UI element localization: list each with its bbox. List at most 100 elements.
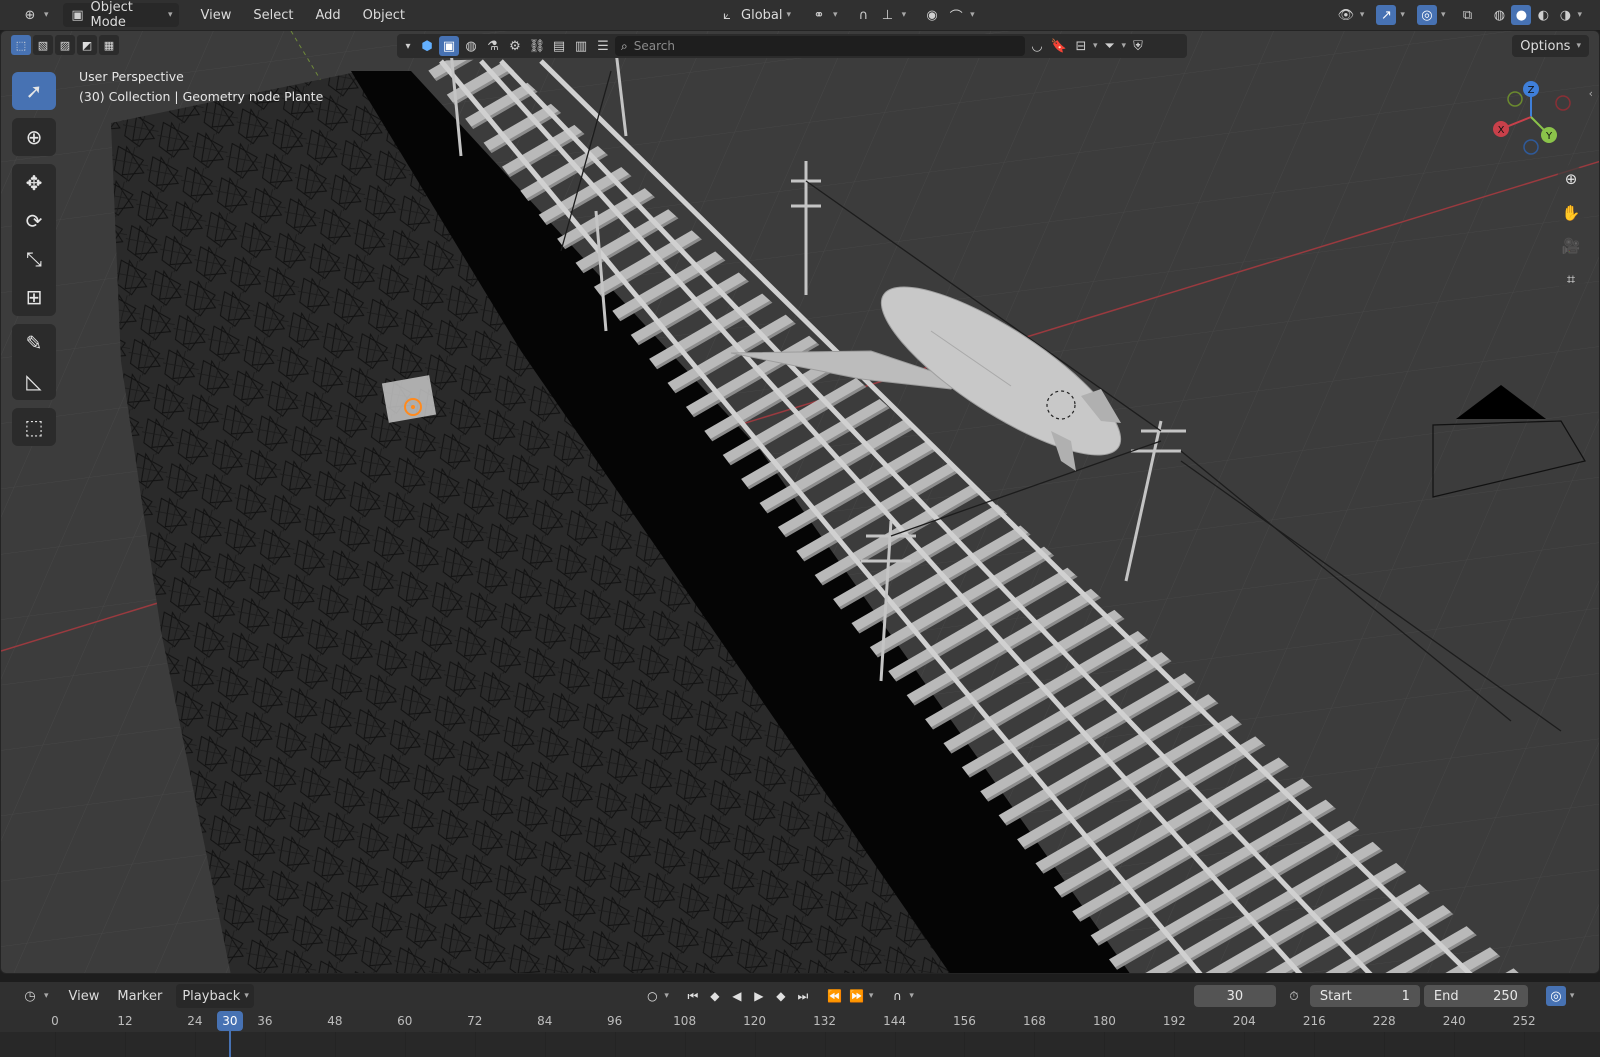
playhead-line[interactable] <box>228 1031 231 1057</box>
next-keyframe-icon[interactable]: ◆ <box>771 986 791 1006</box>
move-tool[interactable]: ✥ <box>12 164 56 202</box>
select-intersect-icon[interactable]: ▦ <box>99 35 119 55</box>
shield-icon[interactable]: ⛨ <box>1128 36 1148 56</box>
start-frame-field[interactable]: Start 1 <box>1309 985 1420 1007</box>
chevron-down-icon[interactable]: ▾ <box>664 991 669 1001</box>
timeline-editor-type-button[interactable]: ◷ ▾ <box>14 984 55 1008</box>
chevron-down-icon[interactable]: ▾ <box>401 36 415 56</box>
gizmo-toggle[interactable]: ↗ ▾ <box>1370 3 1411 27</box>
object-mode-icon: ▣ <box>71 7 84 23</box>
modifier-filter-icon[interactable]: ⚙ <box>505 36 525 56</box>
playback-label: Playback <box>182 988 241 1004</box>
transform-tool[interactable]: ⊞ <box>12 278 56 316</box>
prev-frame-icon[interactable]: ⏪ <box>825 986 845 1006</box>
options-dropdown[interactable]: Options ▾ <box>1512 35 1589 57</box>
select-box-tool[interactable]: ➚ <box>12 72 56 110</box>
chevron-down-icon[interactable]: ▾ <box>1122 41 1127 51</box>
prev-keyframe-icon[interactable]: ◆ <box>705 986 725 1006</box>
menu-view[interactable]: View <box>195 3 238 27</box>
pencil-icon: ✎ <box>25 331 43 355</box>
underline-arc-icon[interactable]: ◡ <box>1027 36 1047 56</box>
pivot-point-dropdown[interactable]: ⚭ ▾ <box>803 3 844 27</box>
mesh-filter-icon[interactable]: ◍ <box>461 36 481 56</box>
end-label: End <box>1433 988 1459 1004</box>
timeline-menu-view[interactable]: View <box>63 984 106 1008</box>
search-field[interactable]: ⌕ Search <box>615 36 1025 56</box>
render-filter-icon[interactable]: ▥ <box>571 36 591 56</box>
next-frame-icon[interactable]: ⏩ <box>847 986 867 1006</box>
zoom-icon[interactable]: ⊕ <box>1557 165 1585 193</box>
jump-end-icon[interactable]: ⏭ <box>793 986 813 1006</box>
visibility-dropdown[interactable]: 👁 ▾ <box>1330 3 1371 27</box>
menu-object[interactable]: Object <box>357 3 411 27</box>
select-subtract-icon[interactable]: ▨ <box>55 35 75 55</box>
stopwatch-icon[interactable]: ⏱ <box>1284 986 1304 1006</box>
3d-viewport[interactable]: ⬚ ▧ ▨ ◩ ▦ ▾ ⬢ ▣ ◍ ⚗ ⚙ ⛓ ▤ ▥ ☰ ⌕ Search ◡… <box>0 30 1600 974</box>
cursor-tool[interactable]: ⊕ <box>12 118 56 156</box>
pan-hand-icon[interactable]: ✋ <box>1557 199 1585 227</box>
snap-toggle[interactable]: ∩ ⊥ ▾ <box>848 3 913 27</box>
end-frame-field[interactable]: End 250 <box>1423 985 1528 1007</box>
rendered-shading-icon[interactable]: ◑ <box>1555 5 1575 25</box>
select-extend-icon[interactable]: ▧ <box>33 35 53 55</box>
transform-orientation-dropdown[interactable]: ⟀ Global ▾ <box>711 3 797 27</box>
perspective-grid-icon[interactable]: ⌗ <box>1557 265 1585 293</box>
playhead-frame-indicator[interactable]: 30 <box>216 1011 243 1031</box>
playback-dropdown[interactable]: Playback ▾ <box>176 984 255 1008</box>
chevron-down-icon[interactable]: ▾ <box>1577 10 1582 20</box>
frame-grid-line <box>124 1032 126 1057</box>
proportional-edit-icon: ◉ <box>926 7 938 23</box>
chevron-down-icon[interactable]: ▾ <box>1093 41 1098 51</box>
play-reverse-icon[interactable]: ◀ <box>727 986 747 1006</box>
filter-funnel-icon[interactable]: ⏷ <box>1100 36 1120 56</box>
sort-filter-icon[interactable]: ☰ <box>593 36 613 56</box>
frame-grid-line <box>334 1032 336 1057</box>
frame-ruler[interactable]: 0 12 24 30 36 48 60 72 84 96 108 120 132 144 156 168 180… <box>0 1010 1600 1032</box>
data-filter-icon[interactable]: ▤ <box>549 36 569 56</box>
constraint-filter-icon[interactable]: ⛓ <box>527 36 547 56</box>
hierarchy-icon[interactable]: ⊟ <box>1071 36 1091 56</box>
frame-tick-label: 12 <box>117 1014 133 1028</box>
add-cube-tool[interactable]: ⬚ <box>12 408 56 446</box>
chevron-down-icon[interactable]: ▾ <box>869 991 874 1001</box>
mode-dropdown[interactable]: ▣ Object Mode ▾ <box>62 0 179 30</box>
proportional-edit-toggle[interactable]: ◉ ⌒ ▾ <box>916 3 981 27</box>
annotate-tool[interactable]: ✎ <box>12 324 56 362</box>
xray-toggle[interactable]: ⧉ <box>1451 3 1483 27</box>
frame-tick-label: 72 <box>467 1014 483 1028</box>
scene-cube-icon[interactable]: ⬢ <box>417 36 437 56</box>
select-new-icon[interactable]: ⬚ <box>11 35 31 55</box>
bookmark-icon[interactable]: 🔖 <box>1049 36 1069 56</box>
menu-select[interactable]: Select <box>247 3 299 27</box>
current-frame-field[interactable]: 30 <box>1193 985 1276 1007</box>
frame-tick-label: 168 <box>1022 1014 1046 1028</box>
auto-keying-icon[interactable]: ○ <box>642 986 662 1006</box>
timeline-menu-marker[interactable]: Marker <box>111 984 168 1008</box>
frame-grid-line <box>894 1032 896 1057</box>
rotate-tool[interactable]: ⟳ <box>12 202 56 240</box>
frame-grid-line <box>1314 1032 1316 1057</box>
overlays-toggle[interactable]: ◎ ▾ <box>1411 3 1452 27</box>
navigation-gizmo[interactable]: Z X Y <box>1483 77 1579 167</box>
select-invert-icon[interactable]: ◩ <box>77 35 97 55</box>
measure-tool[interactable]: ◺ <box>12 362 56 400</box>
sidebar-toggle-icon[interactable]: ‹ <box>1589 87 1593 100</box>
solid-shading-icon[interactable]: ● <box>1511 5 1532 25</box>
options-label: Options <box>1520 38 1571 54</box>
editor-type-button[interactable]: ⊕ ▾ <box>14 3 55 27</box>
material-shading-icon[interactable]: ◐ <box>1533 5 1553 25</box>
chevron-down-icon[interactable]: ▾ <box>909 991 914 1001</box>
jump-start-icon[interactable]: ⏮ <box>683 986 703 1006</box>
menu-add[interactable]: Add <box>310 3 347 27</box>
chevron-down-icon: ▾ <box>1440 10 1446 20</box>
wireframe-shading-icon[interactable]: ◍ <box>1489 5 1509 25</box>
snap-magnet-icon[interactable]: ∩ <box>887 986 907 1006</box>
camera-view-icon[interactable]: 🎥 <box>1557 232 1585 260</box>
timeline-body[interactable]: 0 12 24 30 36 48 60 72 84 96 108 120 132 144 156 168 180… <box>0 1010 1600 1057</box>
timeline-overlay-toggle[interactable]: ◎ ▾ <box>1540 984 1581 1008</box>
light-filter-icon[interactable]: ⚗ <box>483 36 503 56</box>
scale-tool[interactable]: ⤡ <box>12 240 56 278</box>
play-icon[interactable]: ▶ <box>749 986 769 1006</box>
object-filter-icon[interactable]: ▣ <box>439 36 459 56</box>
frame-grid-line <box>1034 1032 1036 1057</box>
